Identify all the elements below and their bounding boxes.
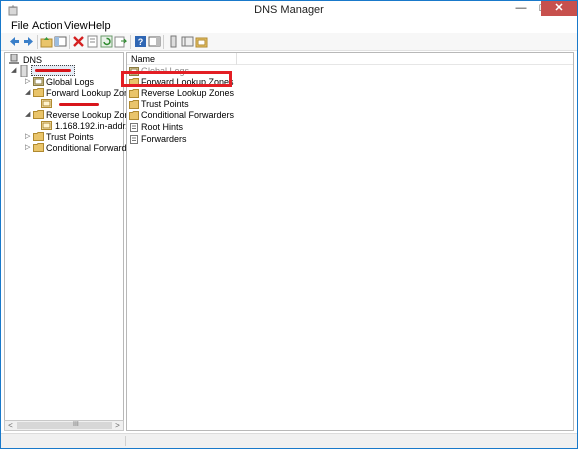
back-icon[interactable] (8, 35, 21, 48)
scroll-left-button[interactable]: < (5, 420, 16, 431)
show-hide-tree-icon[interactable] (54, 35, 67, 48)
toolbar-separator (130, 35, 131, 49)
menu-bar: File Action View Help (1, 19, 577, 33)
window-title: DNS Manager (254, 4, 324, 16)
dns-manager-window: DNS Manager — □ ✕ File Action View Help … (0, 0, 578, 449)
forwarders-icon (129, 135, 139, 147)
list-item-label: Forwarders (141, 134, 187, 144)
scroll-grip: III (73, 421, 79, 428)
toolbar: ? (1, 33, 577, 51)
collapse-arrow-icon[interactable]: ◢ (25, 87, 33, 99)
column-header-label: Name (131, 54, 156, 64)
list-item-label: Conditional Forwarders (141, 110, 235, 120)
title-bar[interactable]: DNS Manager — □ ✕ (1, 1, 577, 19)
results-pane[interactable]: Name Global Logs Forward Lookup Zones Re… (126, 52, 574, 431)
scroll-thumb[interactable]: III (17, 421, 112, 429)
toolbar-separator (69, 35, 70, 49)
collapse-arrow-icon[interactable]: ◢ (25, 109, 33, 121)
tree-horizontal-scrollbar[interactable]: < III > (4, 420, 124, 431)
list-item-label: Root Hints (141, 122, 184, 132)
folder-icon (129, 111, 139, 123)
expand-arrow-icon[interactable]: ▷ (25, 142, 33, 154)
toolbar-separator (163, 35, 164, 49)
zone-icon (41, 121, 52, 130)
list-item-label: Reverse Lookup Zones (141, 88, 235, 98)
svg-text:?: ? (138, 37, 144, 47)
folder-icon (33, 88, 44, 97)
forward-icon[interactable] (22, 35, 35, 48)
menu-view[interactable]: View (64, 20, 88, 32)
help-icon[interactable]: ? (134, 35, 147, 48)
collapse-arrow-icon[interactable]: ◢ (11, 65, 19, 77)
redaction-mark (59, 103, 99, 106)
status-bar (1, 433, 577, 448)
folder-icon[interactable] (195, 35, 208, 48)
toolbar-separator (37, 35, 38, 49)
column-divider[interactable] (236, 53, 237, 65)
show-hide-action-pane-icon[interactable] (148, 35, 161, 48)
log-icon (33, 77, 44, 86)
tree-label: Forward Lookup Zones (46, 88, 139, 98)
folder-icon (33, 143, 44, 152)
root-hints-icon (129, 123, 139, 135)
delete-icon[interactable] (72, 35, 85, 48)
refresh-icon[interactable] (100, 35, 113, 48)
column-header-name[interactable]: Name (127, 53, 573, 65)
new-zone-icon[interactable] (181, 35, 194, 48)
scroll-right-button[interactable]: > (112, 420, 123, 431)
redaction-mark (35, 69, 71, 72)
properties-icon[interactable] (86, 35, 99, 48)
up-folder-icon[interactable] (40, 35, 53, 48)
annotation-highlight-box (121, 71, 232, 87)
export-list-icon[interactable] (114, 35, 127, 48)
console-tree[interactable]: DNS ◢ ▷ Global Logs ◢ Forward Lookup Zon… (4, 52, 146, 431)
folder-icon (33, 132, 44, 141)
menu-help[interactable]: Help (88, 20, 111, 32)
menu-action[interactable]: Action (32, 20, 63, 32)
zone-icon (41, 99, 52, 108)
folder-icon (33, 110, 44, 119)
menu-file[interactable]: File (11, 20, 29, 32)
dns-icon (9, 54, 19, 65)
list-item-label: Trust Points (141, 99, 189, 109)
minimize-button[interactable]: — (510, 1, 532, 16)
server-icon[interactable] (167, 35, 180, 48)
close-button[interactable]: ✕ (541, 1, 577, 16)
status-divider (125, 436, 126, 446)
